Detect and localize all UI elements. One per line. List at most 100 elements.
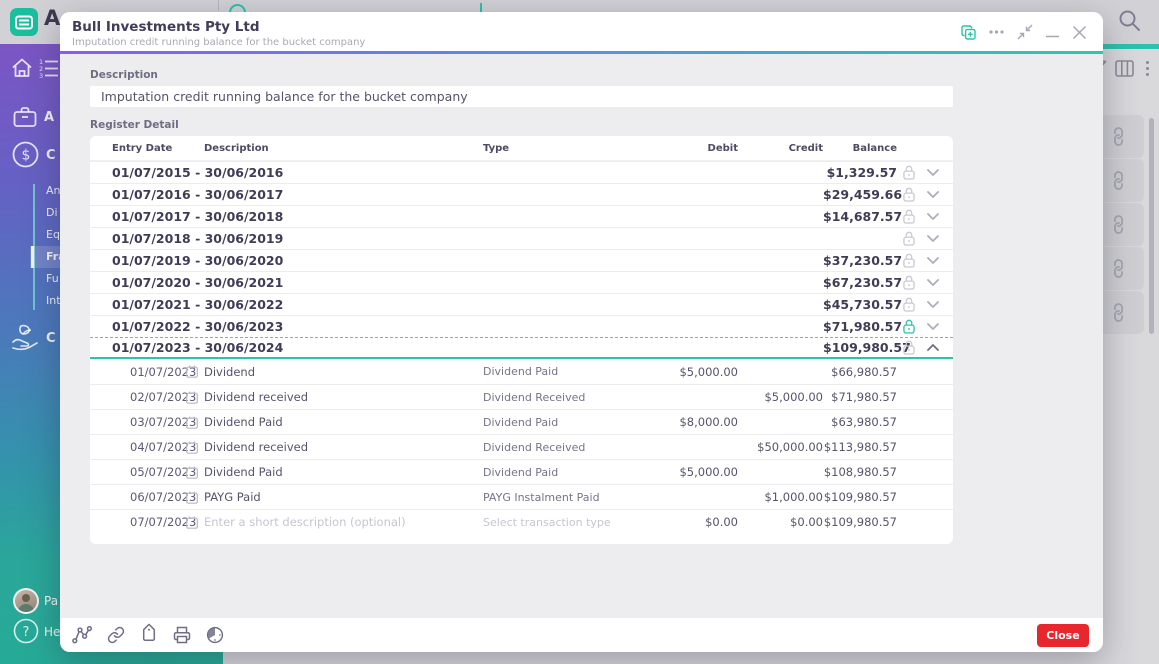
- lock-icon[interactable]: [903, 231, 915, 246]
- entry-type[interactable]: PAYG Instalment Paid: [483, 491, 638, 504]
- chevron-down-icon[interactable]: [927, 257, 939, 264]
- calendar-icon[interactable]: [186, 365, 198, 378]
- entry-type[interactable]: Dividend Received: [483, 391, 638, 404]
- entry-type[interactable]: Dividend Paid: [483, 365, 638, 378]
- calendar-icon[interactable]: [186, 516, 198, 529]
- register-entry-row[interactable]: 07/07/2023 Enter a short description (op…: [90, 509, 953, 534]
- calendar-icon[interactable]: [186, 416, 198, 429]
- search-icon[interactable]: [1118, 9, 1141, 32]
- entry-debit[interactable]: $8,000.00: [638, 415, 738, 429]
- entry-credit[interactable]: $1,000.00: [738, 490, 823, 504]
- numbered-list-icon[interactable]: 123: [38, 57, 60, 79]
- calendar-icon[interactable]: [186, 466, 198, 479]
- calendar-icon[interactable]: [186, 441, 198, 454]
- sidebar-subitem-0[interactable]: An: [46, 184, 61, 197]
- register-entry-row[interactable]: 02/07/2023 Dividend received Dividend Re…: [90, 384, 953, 409]
- chevron-down-icon[interactable]: [927, 213, 939, 220]
- register-entry-row[interactable]: 04/07/2023 Dividend received Dividend Re…: [90, 434, 953, 459]
- hand-leaf-icon[interactable]: [11, 324, 40, 351]
- column-balance: Balance: [823, 143, 897, 154]
- app-logo[interactable]: [10, 8, 38, 36]
- sidebar-subitem-2[interactable]: Eq: [46, 228, 60, 241]
- briefcase-icon[interactable]: [13, 106, 37, 128]
- entry-debit[interactable]: $5,000.00: [638, 365, 738, 379]
- entry-debit[interactable]: $5,000.00: [638, 465, 738, 479]
- compress-icon[interactable]: [1017, 24, 1033, 40]
- chevron-down-icon[interactable]: [927, 279, 939, 286]
- entry-type[interactable]: Dividend Received: [483, 441, 638, 454]
- register-year-row[interactable]: 01/07/2023 - 30/06/2024 $109,980.57: [90, 337, 953, 359]
- lock-icon[interactable]: [903, 187, 915, 202]
- register-year-row[interactable]: 01/07/2021 - 30/06/2022 $45,730.57: [90, 293, 953, 315]
- chevron-down-icon[interactable]: [927, 323, 939, 330]
- entry-type[interactable]: Select transaction type: [483, 516, 638, 529]
- entry-description[interactable]: PAYG Paid: [204, 490, 483, 504]
- lock-icon[interactable]: [903, 165, 915, 180]
- dollar-circle-icon[interactable]: $: [12, 141, 39, 168]
- entry-credit[interactable]: $0.00: [738, 515, 823, 529]
- app-name: A: [44, 6, 60, 30]
- calendar-icon[interactable]: [186, 491, 198, 504]
- entry-description[interactable]: Dividend received: [204, 390, 483, 404]
- more-icon[interactable]: [989, 30, 1004, 34]
- entry-type[interactable]: Dividend Paid: [483, 416, 638, 429]
- table-columns-icon[interactable]: [1115, 60, 1134, 77]
- sidebar-item-chart[interactable]: C: [46, 148, 56, 163]
- description-input[interactable]: [90, 86, 953, 107]
- register-entry-row[interactable]: 03/07/2023 Dividend Paid Dividend Paid $…: [90, 409, 953, 434]
- entry-debit[interactable]: $0.00: [638, 515, 738, 529]
- entry-description[interactable]: Dividend Paid: [204, 465, 483, 479]
- chevron-down-icon[interactable]: [927, 235, 939, 242]
- register-year-row[interactable]: 01/07/2017 - 30/06/2018 $14,687.57: [90, 205, 953, 227]
- lock-icon[interactable]: [903, 209, 915, 224]
- lock-icon[interactable]: [903, 340, 915, 355]
- sidebar-subitem-1[interactable]: Di: [46, 206, 58, 219]
- lock-icon[interactable]: [903, 275, 915, 290]
- chevron-down-icon[interactable]: [927, 301, 939, 308]
- print-icon[interactable]: [173, 626, 191, 644]
- calendar-icon[interactable]: [186, 391, 198, 404]
- register-entry-row[interactable]: 06/07/2023 PAYG Paid PAYG Instalment Pai…: [90, 484, 953, 509]
- link-icon[interactable]: [107, 626, 125, 644]
- register-year-row[interactable]: 01/07/2015 - 30/06/2016 $1,329.57: [90, 161, 953, 183]
- entry-description[interactable]: Dividend Paid: [204, 415, 483, 429]
- scrollbar-thumb[interactable]: [1149, 118, 1154, 334]
- help-label[interactable]: He: [44, 625, 60, 639]
- close-icon[interactable]: [1072, 25, 1087, 40]
- register-year-row[interactable]: 01/07/2022 - 30/06/2023 $71,980.57: [90, 315, 953, 337]
- register-entry-row[interactable]: 01/07/2023 Dividend Dividend Paid $5,000…: [90, 359, 953, 384]
- user-name[interactable]: Pa: [44, 594, 58, 608]
- duplicate-icon[interactable]: [961, 25, 976, 40]
- minimize-icon[interactable]: [1046, 26, 1059, 38]
- history-icon[interactable]: [206, 626, 224, 644]
- register-year-row[interactable]: 01/07/2019 - 30/06/2020 $37,230.57: [90, 249, 953, 271]
- question-icon[interactable]: ?: [13, 618, 39, 644]
- sidebar-item-giving[interactable]: C: [46, 331, 56, 346]
- avatar[interactable]: [13, 588, 39, 614]
- register-year-row[interactable]: 01/07/2016 - 30/06/2017 $29,459.66: [90, 183, 953, 205]
- entry-type[interactable]: Dividend Paid: [483, 466, 638, 479]
- lock-icon[interactable]: [903, 253, 915, 268]
- entry-credit[interactable]: $50,000.00: [738, 440, 823, 454]
- tag-icon[interactable]: [140, 626, 158, 644]
- close-button[interactable]: Close: [1037, 624, 1089, 647]
- lock-icon[interactable]: [903, 319, 915, 334]
- entry-description[interactable]: Dividend: [204, 365, 483, 379]
- chevron-up-icon[interactable]: [927, 344, 939, 351]
- sidebar-subitem-5[interactable]: Int: [46, 294, 61, 307]
- entry-description[interactable]: Enter a short description (optional): [204, 515, 483, 529]
- register-entry-row[interactable]: 05/07/2023 Dividend Paid Dividend Paid $…: [90, 459, 953, 484]
- chevron-down-icon[interactable]: [927, 169, 939, 176]
- register-year-row[interactable]: 01/07/2018 - 30/06/2019: [90, 227, 953, 249]
- entry-credit[interactable]: $5,000.00: [738, 390, 823, 404]
- sidebar-item-accounts[interactable]: A: [44, 110, 54, 125]
- column-credit: Credit: [738, 143, 823, 154]
- kebab-menu-icon[interactable]: [1142, 61, 1149, 76]
- lock-icon[interactable]: [903, 297, 915, 312]
- sidebar-subitem-4[interactable]: Fu: [46, 272, 59, 285]
- entry-description[interactable]: Dividend received: [204, 440, 483, 454]
- route-icon[interactable]: [72, 626, 92, 644]
- home-icon[interactable]: [11, 57, 33, 79]
- register-year-row[interactable]: 01/07/2020 - 30/06/2021 $67,230.57: [90, 271, 953, 293]
- chevron-down-icon[interactable]: [927, 191, 939, 198]
